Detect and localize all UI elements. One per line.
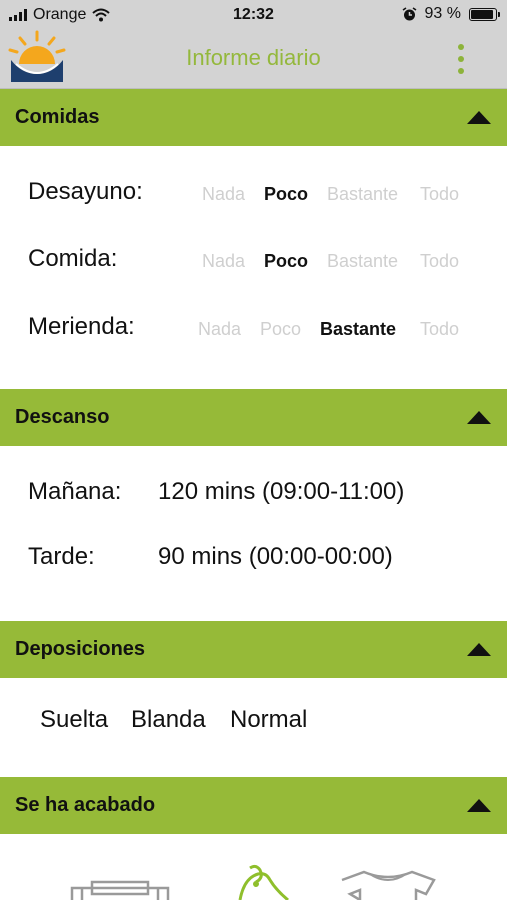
collapse-arrow-icon[interactable] — [467, 799, 491, 812]
section-header-rest[interactable]: Descanso — [0, 389, 507, 446]
page-title: Informe diario — [186, 45, 321, 70]
battery-percent: 93 % — [424, 5, 461, 22]
option-breakfast-nada[interactable]: Nada — [202, 184, 245, 205]
bowel-item-suelta: Suelta — [40, 706, 109, 733]
option-lunch-nada[interactable]: Nada — [202, 251, 245, 272]
status-bar: Orange 12:32 93 % — [0, 0, 507, 30]
section-header-meals[interactable]: Comidas — [0, 89, 507, 146]
nav-bar: Informe diario — [0, 30, 507, 89]
section-title: Comidas — [15, 106, 100, 128]
section-title: Descanso — [15, 406, 110, 428]
meal-label-snack: Merienda: — [28, 313, 135, 340]
rest-label-morning: Mañana: — [28, 478, 122, 505]
option-snack-todo[interactable]: Todo — [420, 319, 459, 340]
option-lunch-bastante[interactable]: Bastante — [327, 251, 398, 272]
meal-label-breakfast: Desayuno: — [28, 178, 143, 205]
more-vertical-icon[interactable] — [457, 44, 465, 74]
rest-value-afternoon: 90 mins (00:00-00:00) — [158, 543, 393, 570]
option-snack-nada[interactable]: Nada — [198, 319, 241, 340]
option-lunch-todo[interactable]: Todo — [420, 251, 459, 272]
option-snack-poco[interactable]: Poco — [260, 319, 301, 340]
option-breakfast-poco[interactable]: Poco — [264, 184, 308, 205]
rest-label-afternoon: Tarde: — [28, 543, 95, 570]
battery-level — [471, 9, 494, 19]
bodysuit-icon[interactable] — [340, 870, 436, 900]
finished-icons — [0, 860, 507, 900]
collapse-arrow-icon[interactable] — [467, 111, 491, 124]
crib-icon[interactable] — [70, 872, 170, 900]
option-breakfast-todo[interactable]: Todo — [420, 184, 459, 205]
bowel-item-normal: Normal — [230, 706, 308, 733]
section-header-bowel[interactable]: Deposiciones — [0, 621, 507, 678]
meal-label-lunch: Comida: — [28, 245, 118, 272]
collapse-arrow-icon[interactable] — [467, 643, 491, 656]
rest-value-morning: 120 mins (09:00-11:00) — [158, 478, 405, 505]
alarm-icon — [402, 6, 416, 20]
option-lunch-poco[interactable]: Poco — [264, 251, 308, 272]
option-snack-bastante[interactable]: Bastante — [320, 319, 396, 340]
diaper-cream-icon[interactable] — [236, 864, 294, 900]
bowel-item-blanda: Blanda — [131, 706, 206, 733]
option-breakfast-bastante[interactable]: Bastante — [327, 184, 398, 205]
status-right: 93 % — [402, 5, 500, 23]
collapse-arrow-icon[interactable] — [467, 411, 491, 424]
section-title: Se ha acabado — [15, 794, 156, 816]
section-header-finished[interactable]: Se ha acabado — [0, 777, 507, 834]
battery-icon — [469, 7, 500, 21]
section-title: Deposiciones — [15, 638, 146, 660]
